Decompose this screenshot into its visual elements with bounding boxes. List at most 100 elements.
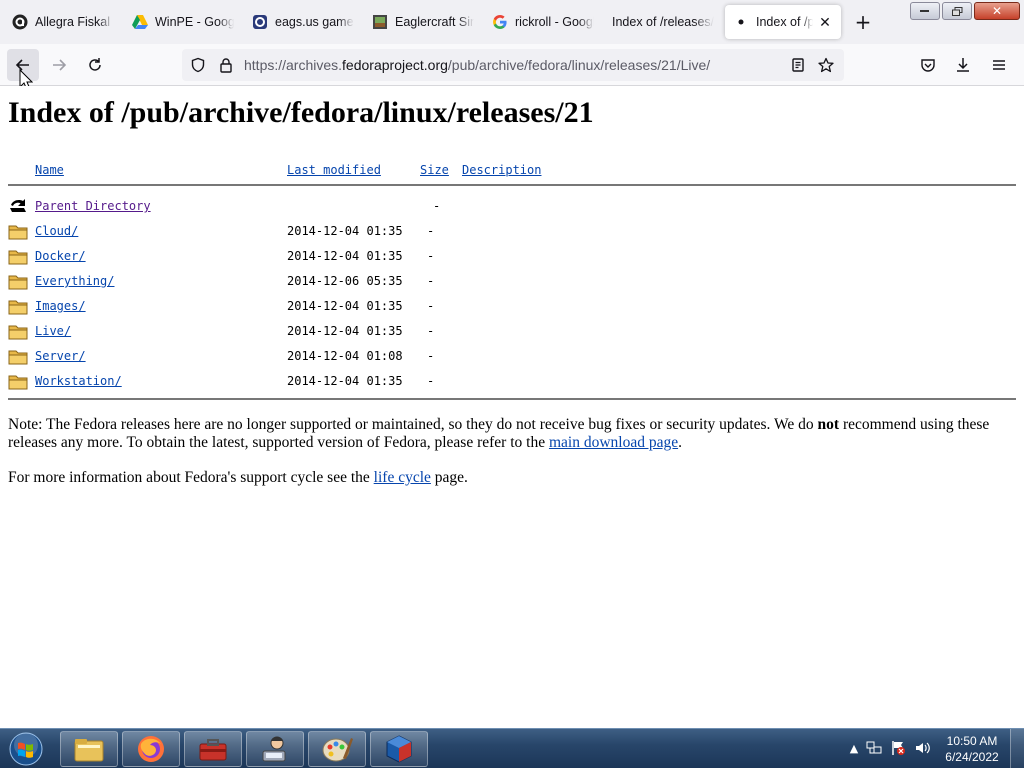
tab-strip: Allegra Fiskal WinPE - Google eags.us ga…	[0, 0, 1024, 44]
pocket-icon	[921, 59, 935, 72]
lifecycle-info: For more information about Fedora's supp…	[8, 469, 468, 486]
tab-allegra[interactable]: Allegra Fiskal	[4, 5, 122, 39]
user-app-icon	[262, 736, 286, 762]
firefox-icon	[138, 736, 164, 762]
directory-link[interactable]: Server/	[35, 349, 86, 363]
taskbar-user-app[interactable]	[246, 731, 304, 767]
directory-link[interactable]: Docker/	[35, 249, 86, 263]
folder-icon	[8, 300, 28, 315]
folder-icon	[8, 375, 28, 390]
tab-title: Eaglercraft Single	[395, 15, 474, 29]
system-tray: ▲ 10:50 AM 6/24/2022	[842, 729, 1024, 768]
pocket-button[interactable]	[912, 49, 944, 81]
row-size: -	[427, 274, 435, 288]
folder-icon	[8, 350, 28, 365]
directory-link[interactable]: Cloud/	[35, 224, 78, 238]
paint-icon	[322, 738, 353, 762]
row-size: -	[427, 249, 435, 263]
folder-icon	[8, 325, 28, 340]
table-row: Everything/2014-12-06 05:35 -	[0, 271, 1024, 296]
start-button[interactable]	[6, 731, 46, 767]
column-description-link[interactable]: Description	[462, 163, 541, 177]
eags-icon	[252, 14, 268, 30]
tab-eaglercraft[interactable]: Eaglercraft Single	[364, 5, 482, 39]
parent-directory-link[interactable]: Parent Directory	[35, 199, 151, 213]
virtualbox-icon	[386, 735, 412, 763]
tab-winpe[interactable]: WinPE - Google	[124, 5, 242, 39]
loading-dot-icon	[733, 14, 749, 30]
directory-link[interactable]: Workstation/	[35, 374, 122, 388]
network-icon[interactable]	[866, 740, 882, 756]
tab-rickroll[interactable]: rickroll - Google	[484, 5, 602, 39]
address-bar[interactable]: https://archives.fedoraproject.org/pub/a…	[182, 49, 844, 81]
folder-icon	[8, 275, 28, 290]
directory-link[interactable]: Everything/	[35, 274, 114, 288]
action-center-flag-icon[interactable]	[890, 740, 906, 756]
column-size-link[interactable]: Size	[420, 163, 449, 177]
download-icon	[957, 58, 969, 72]
navigation-bar: https://archives.fedoraproject.org/pub/a…	[0, 44, 1024, 86]
row-size: -	[427, 374, 435, 388]
restore-button[interactable]	[942, 2, 972, 20]
table-row: Images/2014-12-04 01:35 -	[0, 296, 1024, 321]
forward-arrow-icon	[53, 59, 67, 71]
show-desktop-button[interactable]	[1010, 729, 1024, 768]
bookmark-star-icon[interactable]	[816, 55, 836, 75]
tab-title: Index of /releases/21	[612, 15, 714, 29]
taskbar-virtualbox[interactable]	[370, 731, 428, 767]
taskbar-explorer[interactable]	[60, 731, 118, 767]
clock-time: 10:50 AM	[946, 734, 998, 748]
row-last-modified: 2014-12-04 01:35	[287, 224, 403, 238]
tab-eags[interactable]: eags.us games	[244, 5, 362, 39]
row-last-modified: 2014-12-04 01:35	[287, 374, 403, 388]
row-last-modified: 2014-12-04 01:35	[287, 299, 403, 313]
tracking-protection-shield-icon[interactable]	[188, 55, 208, 75]
row-last-modified: 2014-12-06 05:35	[287, 274, 403, 288]
page-title: Index of /pub/archive/fedora/linux/relea…	[8, 96, 594, 129]
windows-start-icon	[9, 732, 43, 766]
back-arrow-icon	[10, 199, 26, 212]
url-text[interactable]: https://archives.fedoraproject.org/pub/a…	[244, 57, 710, 73]
life-cycle-link[interactable]: life cycle	[374, 469, 431, 486]
close-window-button[interactable]: ✕	[974, 2, 1020, 20]
google-icon	[492, 14, 508, 30]
show-hidden-icons-icon[interactable]: ▲	[846, 740, 862, 756]
divider	[8, 398, 1016, 400]
folder-icon	[8, 225, 28, 240]
table-row: Server/2014-12-04 01:08 -	[0, 346, 1024, 371]
taskbar-toolbox[interactable]	[184, 731, 242, 767]
emphasis-not: not	[817, 416, 840, 433]
taskbar-paint[interactable]	[308, 731, 366, 767]
directory-link[interactable]: Images/	[35, 299, 86, 313]
column-name-link[interactable]: Name	[35, 163, 64, 177]
close-tab-icon[interactable]: ✕	[817, 14, 833, 31]
column-last-modified-link[interactable]: Last modified	[287, 163, 381, 177]
reader-view-icon[interactable]	[788, 55, 808, 75]
reload-button[interactable]	[79, 49, 111, 81]
taskbar: ▲ 10:50 AM 6/24/2022	[0, 728, 1024, 768]
eaglercraft-icon	[372, 14, 388, 30]
directory-link[interactable]: Live/	[35, 324, 71, 338]
row-size: -	[427, 224, 435, 238]
forward-button[interactable]	[43, 49, 75, 81]
row-size: -	[433, 199, 441, 213]
tab-title: eags.us games	[275, 15, 354, 29]
row-size: -	[427, 349, 435, 363]
tab-title: Index of /pub	[756, 15, 813, 29]
clock[interactable]: 10:50 AM 6/24/2022	[942, 733, 1002, 765]
tab-index-active[interactable]: Index of /pub ✕	[725, 5, 841, 39]
table-row: Live/2014-12-04 01:35 -	[0, 321, 1024, 346]
new-tab-button[interactable]: +	[852, 12, 874, 34]
page-content: Index of /pub/archive/fedora/linux/relea…	[0, 86, 1024, 728]
lock-icon[interactable]	[216, 55, 236, 75]
minimize-button[interactable]	[910, 2, 940, 20]
table-row: Workstation/2014-12-04 01:35 -	[0, 371, 1024, 396]
app-menu-button[interactable]	[983, 49, 1015, 81]
row-size: -	[427, 299, 435, 313]
volume-icon[interactable]	[914, 740, 930, 756]
tab-title: Allegra Fiskal	[35, 15, 111, 29]
main-download-page-link[interactable]: main download page	[549, 434, 678, 451]
downloads-button[interactable]	[947, 49, 979, 81]
taskbar-firefox[interactable]	[122, 731, 180, 767]
tab-index-releases[interactable]: Index of /releases/21	[604, 5, 722, 39]
